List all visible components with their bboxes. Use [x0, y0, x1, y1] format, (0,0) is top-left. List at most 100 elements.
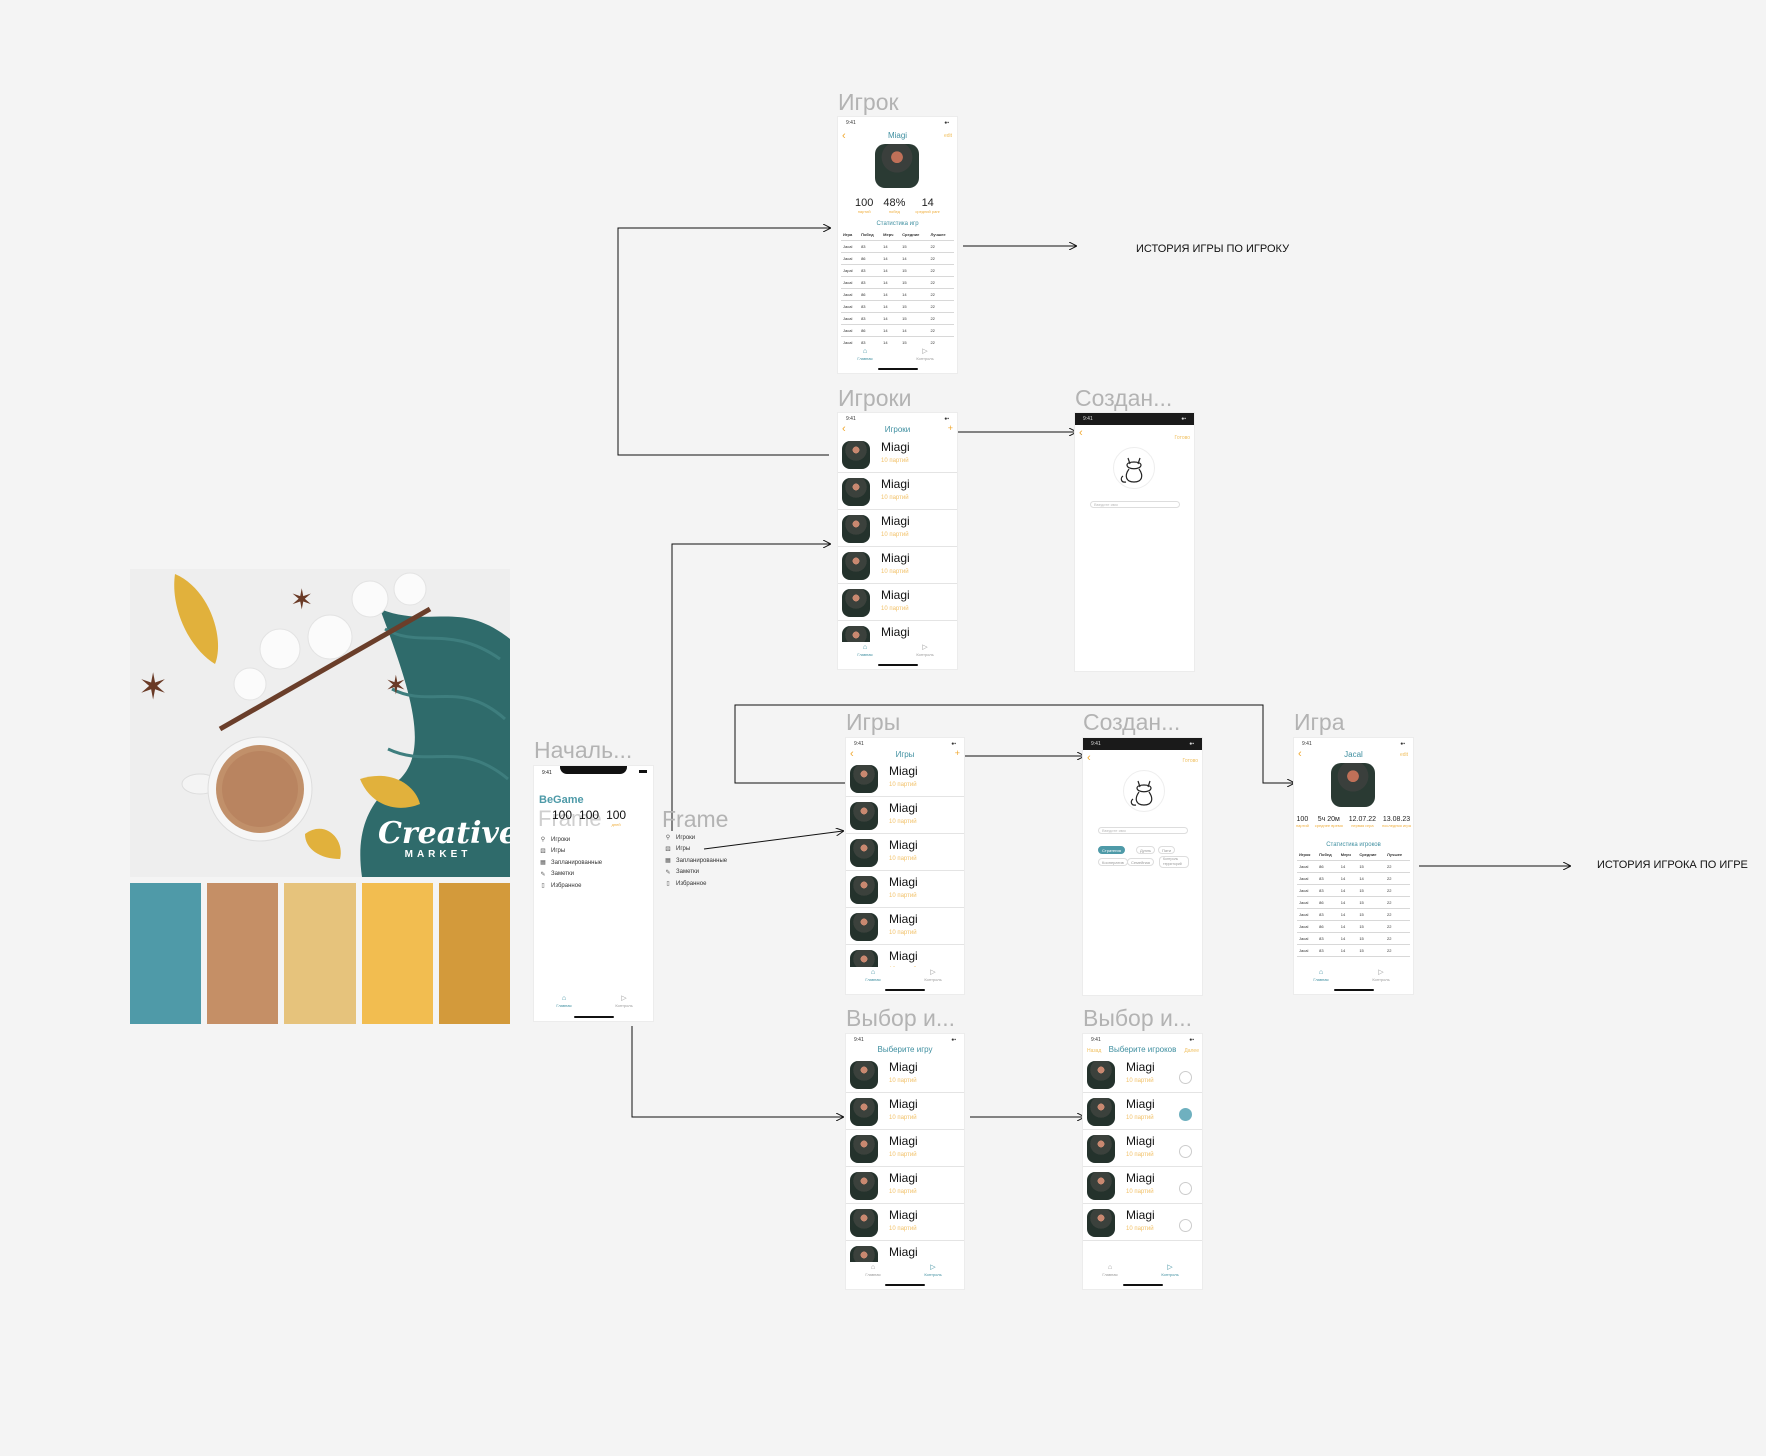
- list-item[interactable]: Miagi 10 партий: [846, 833, 964, 871]
- table-row[interactable]: Japal 83 14 15 22: [841, 264, 954, 277]
- tab-control[interactable]: ▷ Контроль: [918, 969, 948, 982]
- select-radio[interactable]: [1179, 1108, 1192, 1121]
- list-item[interactable]: Miagi 10 партий: [846, 907, 964, 945]
- tab-control[interactable]: ▷ Контроль: [918, 1264, 948, 1277]
- list-item[interactable]: Miagi 10 партий: [838, 509, 957, 547]
- cat-avatar-icon[interactable]: [1123, 770, 1165, 812]
- tab-home[interactable]: ⌂ Главная: [1095, 1264, 1125, 1277]
- table-row[interactable]: Jacal 83 14 15 22: [1297, 908, 1410, 921]
- tab-control[interactable]: ▷ Контроль: [609, 995, 639, 1008]
- tab-control[interactable]: ▷ Контроль: [1155, 1264, 1185, 1277]
- tab-home[interactable]: ⌂ Главная: [858, 1264, 888, 1277]
- chip-party[interactable]: Пати: [1158, 846, 1176, 854]
- table-row[interactable]: Jacal 86 14 14 22: [841, 252, 954, 265]
- menu-item-notes[interactable]: ✎ Заметки: [540, 869, 602, 881]
- table-row[interactable]: Jacal 83 14 15 22: [841, 240, 954, 253]
- play-icon: ▷: [1167, 1264, 1173, 1271]
- list-item[interactable]: Miagi 10 партий: [1083, 1092, 1202, 1130]
- list-item[interactable]: Miagi 10 партий: [846, 1203, 964, 1241]
- back-chevron-icon[interactable]: ‹: [1087, 753, 1091, 764]
- menu-item-games[interactable]: ⚄ Игры: [540, 846, 602, 858]
- list-item[interactable]: Miagi 10 партий: [846, 796, 964, 834]
- edit-button[interactable]: edit: [944, 133, 952, 139]
- status-bar: 9:41 ●▪: [854, 741, 956, 747]
- back-chevron-icon[interactable]: ‹: [1079, 428, 1083, 439]
- table-row[interactable]: Jacal 83 14 15 22: [841, 312, 954, 325]
- add-button[interactable]: +: [955, 748, 960, 758]
- table-row[interactable]: Jacal 83 14 15 22: [1297, 884, 1410, 897]
- chip-territory[interactable]: Контроль территорий: [1159, 856, 1189, 868]
- menu-item-planned[interactable]: ▦ Запланированные: [540, 857, 602, 869]
- select-radio[interactable]: [1179, 1071, 1192, 1084]
- table-row[interactable]: Jacal 83 14 15 22: [841, 300, 954, 313]
- table-cell: 83: [859, 300, 882, 313]
- list-item[interactable]: Miagi 10 партий: [838, 435, 957, 473]
- table-row[interactable]: Jacal 86 14 14 22: [841, 324, 954, 337]
- table-row[interactable]: Jacal 83 14 15 22: [1297, 944, 1410, 957]
- list-item[interactable]: Miagi 10 партий: [838, 583, 957, 621]
- chip-duel[interactable]: Дуэль: [1136, 846, 1156, 854]
- item-name: Miagi: [881, 588, 910, 602]
- play-icon: ▷: [930, 969, 936, 976]
- done-button[interactable]: Готово: [1175, 435, 1190, 441]
- list-item[interactable]: Miagi 10 партий: [846, 1055, 964, 1093]
- menu-item-favorites[interactable]: ▯ Избранное: [540, 880, 602, 892]
- next-button[interactable]: Далее: [1184, 1048, 1199, 1054]
- table-row[interactable]: Jacal 86 14 15 22: [1297, 920, 1410, 933]
- edit-button[interactable]: edit: [1400, 752, 1408, 758]
- done-button[interactable]: Готово: [1183, 758, 1198, 764]
- list-item[interactable]: Miagi 10 партий: [1083, 1129, 1202, 1167]
- menu-item-players[interactable]: ⚲ Игроки: [665, 832, 727, 844]
- list-item[interactable]: Miagi 10 партий: [846, 1092, 964, 1130]
- list-item[interactable]: Miagi 10 партий: [846, 870, 964, 908]
- frame-choose-players: 9:41 ●▪ Назад Выберите игроков Далее Miag…: [1083, 1034, 1202, 1289]
- chip-family[interactable]: Семейная: [1127, 858, 1154, 866]
- table-row[interactable]: Jacal 83 14 15 22: [841, 276, 954, 289]
- list-item[interactable]: Miagi 10 партий: [1083, 1055, 1202, 1093]
- select-radio[interactable]: [1179, 1219, 1192, 1232]
- name-input[interactable]: Введите имя: [1090, 501, 1180, 508]
- table-row[interactable]: Jacal 86 14 15 22: [1297, 860, 1410, 873]
- list-item[interactable]: Miagi 10 партий: [838, 546, 957, 584]
- select-radio[interactable]: [1179, 1145, 1192, 1158]
- list-item[interactable]: Miagi 10 партий: [838, 472, 957, 510]
- table-row[interactable]: Jacal 86 14 14 22: [841, 288, 954, 301]
- table-cell: 83: [1317, 908, 1339, 921]
- table-cell: 14: [1338, 872, 1358, 885]
- list-item[interactable]: Miagi 10 партий: [1083, 1203, 1202, 1241]
- tab-home[interactable]: ⌂ Главная: [858, 969, 888, 982]
- menu-item-players[interactable]: ⚲ Игроки: [540, 834, 602, 846]
- table-row[interactable]: Jacal 83 14 15 22: [1297, 932, 1410, 945]
- tab-home[interactable]: ⌂ Главная: [549, 995, 579, 1008]
- item-subtitle: 10 партий: [889, 1152, 917, 1158]
- list-item[interactable]: Miagi 10 партий: [846, 1166, 964, 1204]
- tab-control[interactable]: ▷ Контроль: [910, 644, 940, 657]
- table-row[interactable]: Jacal 83 14 14 22: [1297, 872, 1410, 885]
- tab-control[interactable]: ▷ Контроль: [1366, 969, 1396, 982]
- add-button[interactable]: +: [948, 423, 953, 433]
- chip-strategy[interactable]: Стратегия: [1098, 846, 1125, 854]
- frame-title-game: Игра: [1294, 709, 1345, 735]
- chip-coop[interactable]: Кооператив: [1098, 858, 1128, 866]
- menu-item-planned[interactable]: ▦ Запланированные: [665, 855, 727, 867]
- table-row[interactable]: Jacal 86 14 15 22: [1297, 896, 1410, 909]
- name-input[interactable]: Введите имя: [1098, 827, 1188, 834]
- select-radio[interactable]: [1179, 1182, 1192, 1195]
- tab-control[interactable]: ▷ Контроль: [910, 348, 940, 361]
- list-item[interactable]: Miagi 10 партий: [846, 759, 964, 797]
- stat-value: 100: [855, 197, 874, 209]
- tab-bar: ⌂ Главная ▷ Контроль: [1294, 967, 1413, 987]
- item-name: Miagi: [889, 1171, 918, 1185]
- tab-home[interactable]: ⌂ Главная: [850, 348, 880, 361]
- list-item[interactable]: Miagi 10 партий: [1083, 1166, 1202, 1204]
- menu-item-notes[interactable]: ✎ Заметки: [665, 867, 727, 879]
- menu-item-games[interactable]: ⚄ Игры: [665, 844, 727, 856]
- list-item[interactable]: Miagi 10 партий: [846, 1129, 964, 1167]
- menu-item-favorites[interactable]: ▯ Избранное: [665, 878, 727, 890]
- tab-home[interactable]: ⌂ Главная: [850, 644, 880, 657]
- tab-home[interactable]: ⌂ Главная: [1306, 969, 1336, 982]
- item-subtitle: 10 партий: [1126, 1078, 1154, 1084]
- table-cell: 14: [1338, 944, 1358, 957]
- table-cell: 22: [1385, 932, 1410, 945]
- cat-avatar-icon[interactable]: [1113, 447, 1155, 489]
